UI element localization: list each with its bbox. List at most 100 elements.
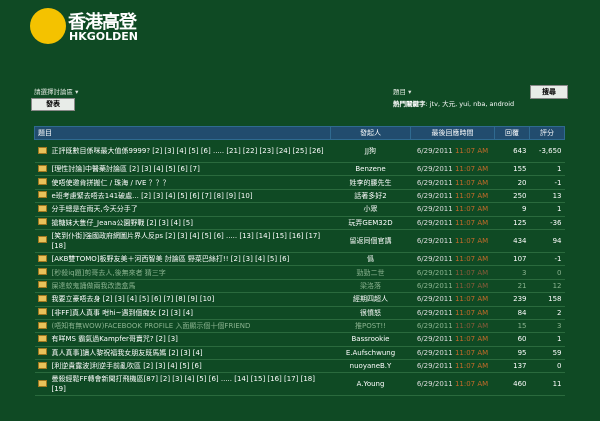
topic-pages[interactable]: [2] [3] [4] [5] [6] [7] <box>129 165 200 173</box>
logo[interactable]: 香港高登 HKGOLDEN <box>30 6 150 46</box>
topic-pages[interactable]: [2] [3] [4] [5] [6] <box>143 362 201 370</box>
topic-author[interactable]: Benzene <box>330 162 411 177</box>
topic-title[interactable]: [秒殺iq題]剪哥去人,後無來者 猜三字 <box>52 269 166 277</box>
topic-folder-icon <box>34 292 49 307</box>
topic-pages[interactable]: [2] [3] [4] <box>159 309 193 317</box>
last-reply-time: 11:07 AM <box>454 362 489 371</box>
topic-pages[interactable]: [2] [3] <box>156 335 178 343</box>
topic-title-cell[interactable]: [利逆貴露波]利逆手前亂吹區 [2] [3] [4] [5] [6] <box>48 359 331 374</box>
topic-author[interactable]: 姓李的腰先生 <box>330 175 411 190</box>
search-button[interactable]: 搜尋 <box>530 85 568 99</box>
topic-author[interactable]: JJ狗 <box>330 139 411 163</box>
last-reply-time: 11:07 AM <box>454 191 489 200</box>
topic-title-cell[interactable]: [秒殺iq題]剪哥去人,後無來者 猜三字 <box>48 265 331 280</box>
topic-pages[interactable]: [2] [3] [4] [5] <box>147 219 193 227</box>
topic-title-cell[interactable]: e班考慮緊去唔去141破處... [2] [3] [4] [5] [6] [7]… <box>48 189 331 204</box>
header-rating[interactable]: 評分 <box>529 126 565 140</box>
topic-title[interactable]: 分手總是在雨天,今天分手了 <box>52 205 138 213</box>
topic-title[interactable]: e班考慮緊去唔去141破處... <box>52 192 139 200</box>
search-field-select[interactable]: 題目 ▾ <box>393 86 411 96</box>
topic-title-cell[interactable]: 屎達蚊鬼誦做兩我改造盒馬 <box>48 279 331 294</box>
topic-title[interactable]: 有咩MS 霸氣過Kampfer哥賣咒? <box>52 335 154 343</box>
topic-title[interactable]: [笑到仆街]強國政府網圖片界人反ps <box>52 232 164 240</box>
topic-pages[interactable]: [2] [3] [4] [5] [6] [7] [8] [9] [10] <box>103 295 215 303</box>
topic-author[interactable]: nuoyaneB.Y <box>330 359 411 374</box>
last-reply-date: 6/29/2011 <box>416 236 453 245</box>
topic-last-reply: 6/29/2011 11:07 AM <box>410 359 495 374</box>
hot-keywords-list[interactable]: : jtv, 大元, yui, nba, android <box>426 100 515 108</box>
topic-pages[interactable]: [2] [3] [4] [5] [6] ..... [21] [22] [23]… <box>152 147 323 155</box>
topic-author[interactable]: Bassrookie <box>330 332 411 347</box>
topic-title[interactable]: [AKB雙TOMO]板野友美＋河西智美 討論區 野菜巴絲打!! <box>52 255 229 263</box>
topic-rating: 59 <box>529 346 565 361</box>
topic-title-cell[interactable]: 正評既數目係咪最大值係9999? [2] [3] [4] [5] [6] ...… <box>48 139 331 163</box>
topic-title-cell[interactable]: 真人真事]讀人黎祝福我女朋友既馬媽 [2] [3] [4] <box>48 346 331 361</box>
post-button[interactable]: 發表 <box>31 98 75 111</box>
header-replies[interactable]: 回覆 <box>494 126 530 140</box>
topic-title-cell[interactable]: 有咩MS 霸氣過Kampfer哥賣咒? [2] [3] <box>48 332 331 347</box>
topic-replies: 20 <box>494 175 530 190</box>
table-row: 我要立豪唔去身 [2] [3] [4] [5] [6] [7] [8] [9] … <box>34 292 565 307</box>
topic-rating: 12 <box>529 279 565 294</box>
topic-pages[interactable]: [2] [3] [4] <box>168 349 202 357</box>
topic-author[interactable]: A.Young <box>330 372 411 397</box>
topic-title[interactable]: 正評既數目係咪最大值係9999? <box>52 147 151 155</box>
topic-replies: 84 <box>494 306 530 320</box>
topic-pages[interactable]: [2] [3] [4] [5] [6] [7] [8] [9] [10] <box>141 192 253 200</box>
topic-rating: 1 <box>529 162 565 177</box>
topic-folder-icon <box>34 216 49 230</box>
topic-author[interactable]: 僞 <box>330 252 411 267</box>
topic-title-cell[interactable]: 分手總是在雨天,今天分手了 <box>48 202 331 217</box>
topic-title[interactable]: 屎達蚊鬼誦做兩我改造盒馬 <box>52 282 136 290</box>
topic-author[interactable]: 勁勁二世 <box>330 265 411 280</box>
topic-last-reply: 6/29/2011 11:07 AM <box>410 202 495 217</box>
topic-title[interactable]: (唔知有無WOW)FACEBOOK PROFILE 入面顯示個十個FRIEND <box>52 322 251 330</box>
topic-author[interactable]: 小眾 <box>330 202 411 217</box>
header-author[interactable]: 發起人 <box>330 126 411 140</box>
table-row: e班考慮緊去唔去141破處... [2] [3] [4] [5] [6] [7]… <box>34 189 565 204</box>
topic-title[interactable]: 搶糖妹大隻仔_Jeana公園野戰 <box>52 219 145 227</box>
topic-rating: 1 <box>529 332 565 347</box>
topic-author[interactable]: 梁洛落 <box>330 279 411 294</box>
topic-title-cell[interactable]: 使唔使邀肯拼搬仁 / 珠海 / IVE ？？？ <box>48 175 331 190</box>
topic-title-cell[interactable]: 搶糖妹大隻仔_Jeana公園野戰 [2] [3] [4] [5] <box>48 216 331 230</box>
topic-title-cell[interactable]: [非FF]真人真事 咁hi~遇到個痴女 [2] [3] [4] <box>48 306 331 320</box>
logo-english-text: HKGOLDEN <box>69 30 138 43</box>
topic-author[interactable]: 推POST!! <box>330 319 411 334</box>
topic-author[interactable]: E.Aufschwung <box>330 346 411 361</box>
topic-author[interactable]: 留返同個官講 <box>330 229 411 253</box>
header-last-reply[interactable]: 最後回應時間 <box>410 126 495 140</box>
last-reply-date: 6/29/2011 <box>416 178 453 187</box>
table-row: 真人真事]讀人黎祝福我女朋友既馬媽 [2] [3] [4] E.Aufschwun… <box>34 346 565 361</box>
last-reply-date: 6/29/2011 <box>416 147 453 155</box>
topic-author[interactable]: 經期四超人 <box>330 292 411 307</box>
topic-title[interactable]: 曼殺經鬆FF轉會新聞打飛機區[87] <box>52 375 158 383</box>
topic-folder-icon <box>34 189 49 204</box>
topic-last-reply: 6/29/2011 11:07 AM <box>410 265 495 280</box>
header-title[interactable]: 題目 <box>34 126 331 140</box>
last-reply-date: 6/29/2011 <box>416 191 453 200</box>
topic-title-cell[interactable]: [笑到仆街]強國政府網圖片界人反ps [2] [3] [4] [5] [6] .… <box>48 229 331 253</box>
topic-author[interactable]: 話著多好2 <box>330 189 411 204</box>
topic-title-cell[interactable]: (唔知有無WOW)FACEBOOK PROFILE 入面顯示個十個FRIEND <box>48 319 331 334</box>
topic-author[interactable]: 很憤怒 <box>330 306 411 320</box>
topic-title-cell[interactable]: [理性討論]中醫藥討論區 [2] [3] [4] [5] [6] [7] <box>48 162 331 177</box>
last-reply-date: 6/29/2011 <box>416 322 453 331</box>
topic-rating: 1 <box>529 202 565 217</box>
topic-author[interactable]: 玩弄GEM32D <box>330 216 411 230</box>
topic-rating: 13 <box>529 189 565 204</box>
topic-last-reply: 6/29/2011 11:07 AM <box>410 332 495 347</box>
topic-title[interactable]: [利逆貴露波]利逆手前亂吹區 <box>52 362 141 370</box>
topic-last-reply: 6/29/2011 11:07 AM <box>410 189 495 204</box>
topic-title[interactable]: 我要立豪唔去身 <box>52 295 101 303</box>
topic-title[interactable]: 真人真事]讀人黎祝福我女朋友既馬媽 <box>52 349 167 357</box>
topic-pages[interactable]: [2] [3] [4] [5] [6] <box>231 255 289 263</box>
topic-title[interactable]: 使唔使邀肯拼搬仁 / 珠海 / IVE ？？？ <box>52 179 170 187</box>
topic-title-cell[interactable]: 我要立豪唔去身 [2] [3] [4] [5] [6] [7] [8] [9] … <box>48 292 331 307</box>
topic-replies: 95 <box>494 346 530 361</box>
forum-select-dropdown[interactable]: 請選擇討論區 ▾ <box>34 86 78 96</box>
topic-title-cell[interactable]: 曼殺經鬆FF轉會新聞打飛機區[87] [2] [3] [4] [5] [6] .… <box>48 372 331 397</box>
topic-title[interactable]: [理性討論]中醫藥討論區 <box>52 165 127 173</box>
topic-title-cell[interactable]: [AKB雙TOMO]板野友美＋河西智美 討論區 野菜巴絲打!! [2] [3] … <box>48 252 331 267</box>
topic-title[interactable]: [非FF]真人真事 咁hi~遇到個痴女 <box>52 309 157 317</box>
